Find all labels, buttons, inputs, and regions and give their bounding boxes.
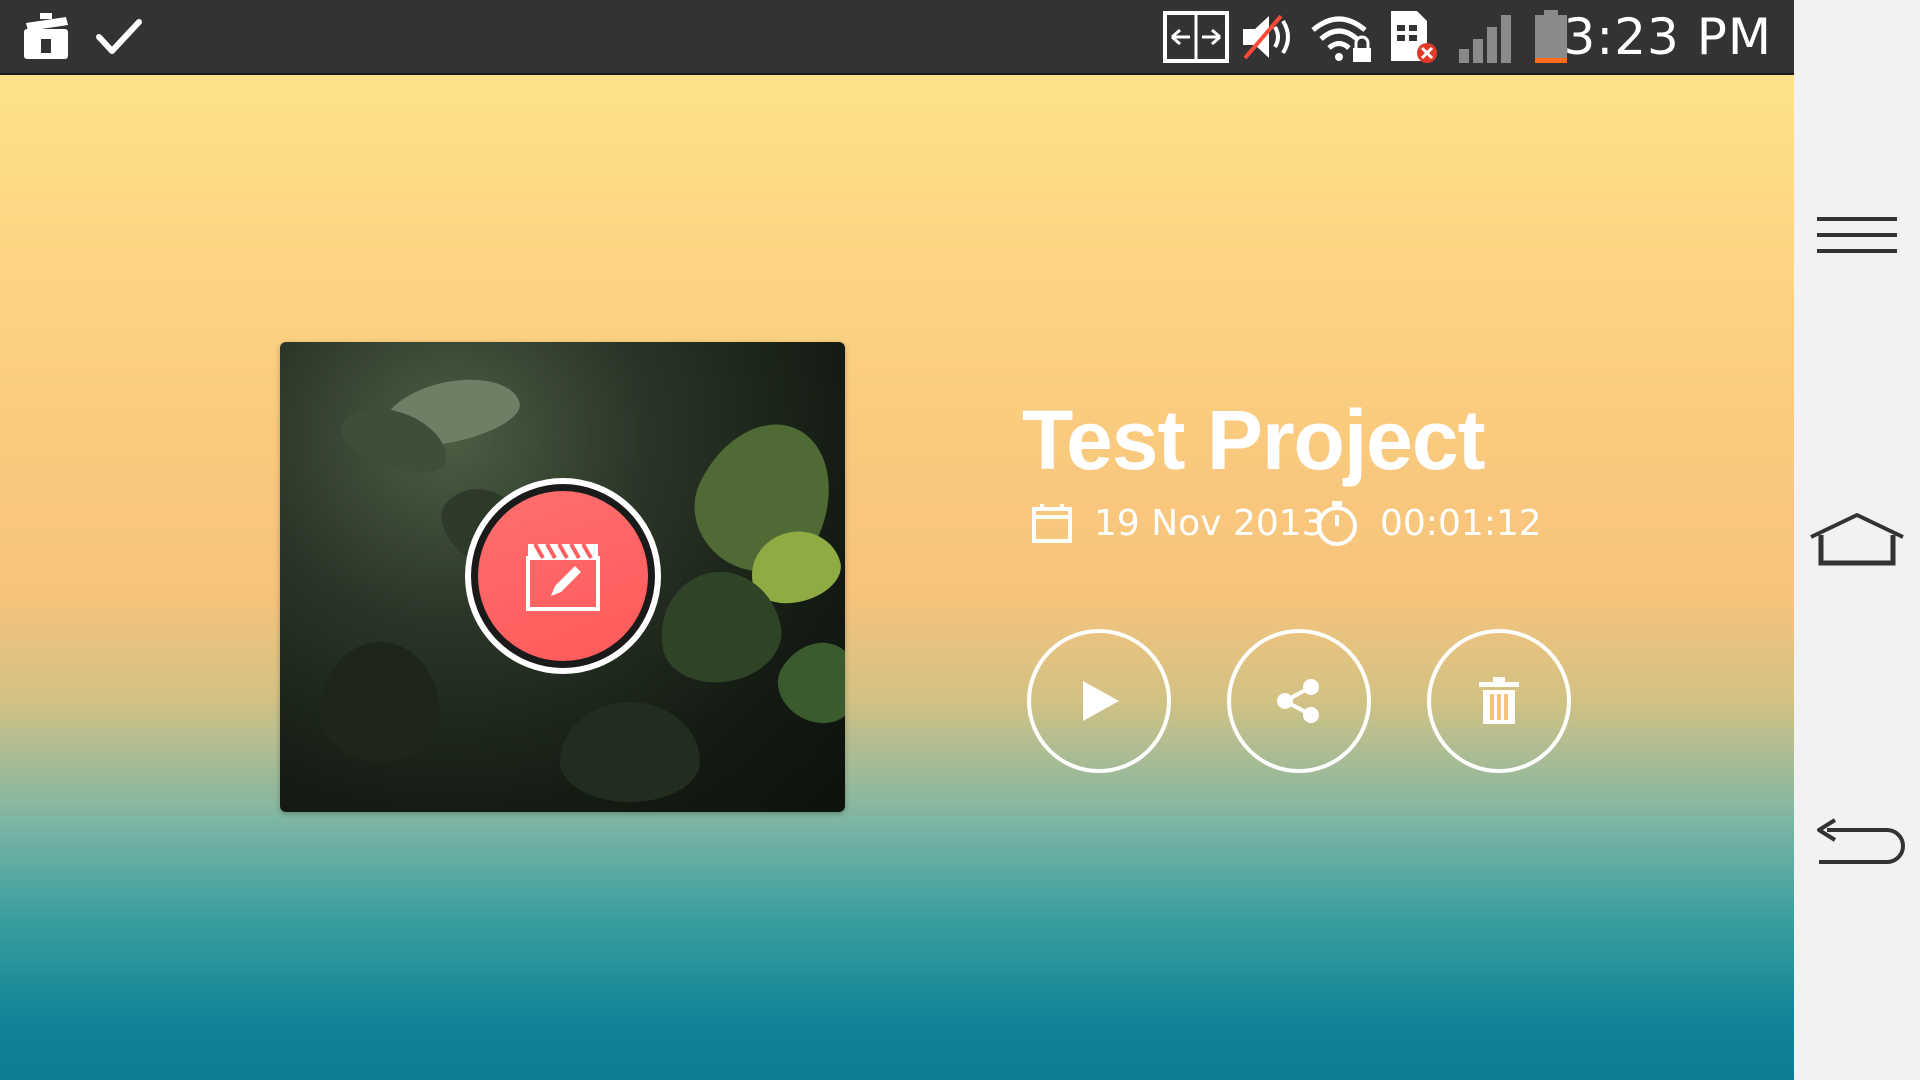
home-button[interactable]	[1794, 494, 1920, 584]
delete-button[interactable]	[1427, 629, 1571, 773]
app-screen: 3:23 PM Test Project 19 Nov 2013 00:01:1…	[0, 0, 1794, 1080]
navigation-bar	[1794, 0, 1920, 1080]
project-detail: Test Project 19 Nov 2013 00:01:12	[0, 75, 1794, 1080]
signal-icon	[1454, 10, 1516, 64]
project-date: 19 Nov 2013	[1030, 498, 1325, 548]
back-icon	[1817, 818, 1905, 864]
sim-error-icon	[1386, 10, 1440, 64]
edit-icon	[526, 543, 600, 611]
project-title: Test Project	[1022, 393, 1486, 487]
volume-muted-icon	[1238, 10, 1300, 64]
calendar-icon	[1032, 504, 1072, 543]
checkmark-icon	[94, 10, 144, 64]
stopwatch-icon	[1317, 501, 1357, 546]
share-icon	[1277, 679, 1319, 723]
menu-button[interactable]	[1794, 190, 1920, 280]
menu-icon	[1817, 217, 1897, 253]
duration-label: 00:01:12	[1380, 502, 1542, 544]
edit-project-button[interactable]	[465, 478, 661, 674]
trash-icon	[1479, 677, 1519, 724]
share-button[interactable]	[1227, 629, 1371, 773]
play-button[interactable]	[1027, 629, 1171, 773]
screen-share-icon	[1161, 10, 1231, 64]
toolbox-icon	[18, 10, 74, 64]
date-label: 19 Nov 2013	[1094, 502, 1325, 544]
play-icon	[1083, 681, 1119, 721]
project-duration: 00:01:12	[1314, 498, 1542, 548]
clock: 3:23 PM	[1563, 8, 1772, 66]
wifi-locked-icon	[1308, 10, 1376, 64]
back-button[interactable]	[1794, 799, 1920, 889]
home-icon	[1810, 513, 1904, 566]
status-bar: 3:23 PM	[0, 0, 1794, 75]
